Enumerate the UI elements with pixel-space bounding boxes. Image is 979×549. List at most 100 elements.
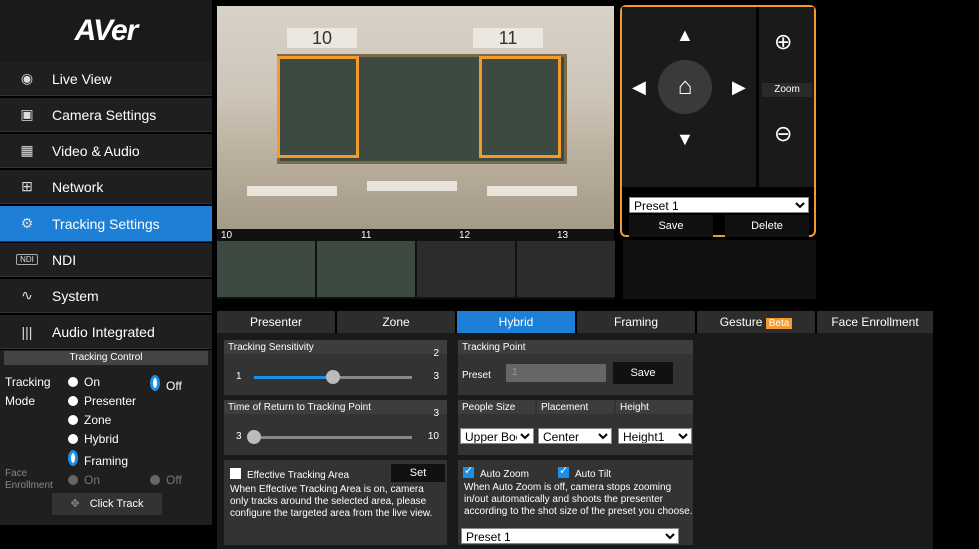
nav-live-view[interactable]: ◉ Live View: [0, 62, 212, 96]
tracking-label: Tracking: [5, 375, 51, 389]
face-on-radio[interactable]: On: [68, 473, 100, 487]
return-time-slider[interactable]: [247, 430, 261, 444]
ptz-save-button[interactable]: Save: [629, 215, 713, 237]
effective-area-desc: When Effective Tracking Area is on, came…: [230, 484, 433, 519]
tracking-settings-icon: ⚙: [20, 215, 34, 231]
tab-framing[interactable]: Framing: [577, 311, 695, 333]
tracking-off-radio[interactable]: Off: [150, 375, 182, 393]
tab-hybrid[interactable]: Hybrid: [457, 311, 575, 333]
nav-label: Network: [52, 178, 104, 195]
tracking-control-title: Tracking Control: [4, 351, 208, 365]
height-label: Height: [616, 400, 693, 414]
mode-presenter-radio[interactable]: Presenter: [68, 394, 136, 408]
return-time-panel: Time of Return to Tracking Point 3 3 10: [224, 400, 447, 455]
zone-sign-left: 10: [287, 28, 357, 48]
ndi-icon: NDI: [16, 254, 38, 265]
tracking-point-panel: Tracking Point Preset 1 Save: [458, 340, 693, 395]
placement-select[interactable]: Center: [538, 428, 612, 444]
nav-video-audio[interactable]: ▦ Video & Audio: [0, 134, 212, 168]
zoom-label: Zoom: [762, 83, 812, 97]
return-time-title: Time of Return to Tracking Point: [224, 400, 447, 414]
auto-zoom-panel: Auto Zoom Auto Tilt When Auto Zoom is of…: [458, 460, 693, 545]
video-audio-icon: ▦: [20, 142, 34, 158]
sensitivity-value: 2: [433, 348, 439, 359]
nav-camera-settings[interactable]: ▣ Camera Settings: [0, 98, 212, 132]
image-icon: ▣: [20, 106, 34, 122]
audio-icon: |||: [21, 323, 33, 340]
tab-zone[interactable]: Zone: [337, 311, 455, 333]
effective-area-checkbox[interactable]: Effective Tracking Area: [230, 467, 349, 482]
face-enrollment-label: Face Enrollment: [5, 468, 53, 491]
placement-label: Placement: [537, 400, 614, 414]
tracking-area-left[interactable]: [277, 56, 359, 158]
tab-gesture[interactable]: Gesture Beta: [697, 311, 815, 333]
set-area-button[interactable]: Set: [391, 464, 445, 482]
height-select[interactable]: Height1: [618, 428, 692, 444]
nav-system[interactable]: ∿ System: [0, 279, 212, 313]
mode-hybrid-radio[interactable]: Hybrid: [68, 432, 119, 446]
nav-label: Live View: [52, 70, 112, 87]
nav-label: Tracking Settings: [52, 215, 160, 232]
ptz-preset-select[interactable]: Preset 1: [629, 197, 809, 213]
arrow-left-icon[interactable]: ◀: [632, 77, 646, 98]
mode-label: Mode: [5, 394, 36, 408]
system-icon: ∿: [21, 287, 33, 303]
nav-audio-integrated[interactable]: ||| Audio Integrated: [0, 315, 212, 349]
auto-zoom-desc: When Auto Zoom is off, camera stops zoom…: [464, 482, 693, 517]
nav-label: Camera Settings: [52, 106, 157, 123]
click-track-button[interactable]: ✥ Click Track: [52, 493, 162, 515]
zoom-in-icon[interactable]: ⊕: [774, 29, 792, 55]
zone-sign-right: 11: [473, 28, 543, 48]
network-icon: ⊞: [21, 178, 33, 194]
return-time-track: [254, 436, 412, 439]
tracking-point-save-button[interactable]: Save: [613, 362, 673, 384]
return-time-value: 3: [433, 408, 439, 419]
effective-area-panel: Effective Tracking Area Set When Effecti…: [224, 460, 447, 545]
zone-thumbnail[interactable]: [217, 241, 315, 297]
sensitivity-title: Tracking Sensitivity: [224, 340, 447, 354]
eye-icon: ◉: [20, 70, 34, 86]
tracking-point-preset-input[interactable]: 1: [506, 364, 606, 382]
return-time-max: 10: [427, 431, 439, 442]
zone-thumbnail[interactable]: [517, 241, 615, 297]
ptz-delete-button[interactable]: Delete: [725, 215, 809, 237]
desk: [487, 186, 577, 196]
auto-tilt-checkbox[interactable]: Auto Tilt: [558, 464, 611, 481]
arrow-right-icon[interactable]: ▶: [732, 77, 746, 98]
nav-ndi[interactable]: NDI NDI: [0, 243, 212, 277]
sensitivity-min: 1: [236, 371, 242, 382]
tab-face-enrollment[interactable]: Face Enrollment: [817, 311, 933, 333]
people-size-panel: People Size Placement Height Upper Body …: [458, 400, 693, 455]
people-size-select[interactable]: Upper Body: [460, 428, 534, 444]
mode-zone-radio[interactable]: Zone: [68, 413, 111, 427]
tracking-point-title: Tracking Point: [458, 340, 693, 354]
nav-label: Video & Audio: [52, 142, 140, 159]
sensitivity-slider[interactable]: [326, 370, 340, 384]
auto-zoom-checkbox[interactable]: Auto Zoom: [463, 464, 529, 481]
tab-presenter[interactable]: Presenter: [217, 311, 335, 333]
preset-label: Preset: [462, 370, 491, 381]
zone-thumbnail[interactable]: [317, 241, 415, 297]
return-time-min: 3: [236, 431, 242, 442]
mode-framing-radio[interactable]: Framing: [68, 450, 128, 468]
aver-logo: AVer: [0, 0, 212, 62]
tracking-tabs: Presenter Zone Hybrid Framing Gesture Be…: [217, 311, 933, 333]
nav-label: NDI: [52, 251, 77, 268]
live-view-video[interactable]: 10 11: [217, 6, 614, 229]
zoom-out-icon[interactable]: ⊖: [774, 121, 792, 147]
tracking-on-radio[interactable]: On: [68, 375, 100, 389]
tracking-area-right[interactable]: [479, 56, 561, 158]
zoom-preset-select[interactable]: Preset 1: [461, 528, 679, 544]
empty-area: [623, 240, 816, 299]
nav-network[interactable]: ⊞ Network: [0, 170, 212, 204]
home-icon[interactable]: ⌂: [658, 60, 712, 114]
beta-badge: Beta: [765, 318, 793, 329]
arrow-up-icon[interactable]: ▲: [676, 25, 694, 46]
ptz-control-panel: ▲ ▼ ◀ ▶ ⌂ ⊕ Zoom ⊖ Preset 1 Save Delete: [620, 5, 816, 237]
face-off-radio[interactable]: Off: [150, 473, 182, 487]
nav-tracking-settings[interactable]: ⚙ Tracking Settings: [0, 206, 212, 242]
zone-thumbnail[interactable]: [417, 241, 515, 297]
arrow-down-icon[interactable]: ▼: [676, 129, 694, 150]
nav-label: Audio Integrated: [52, 323, 155, 340]
people-size-label: People Size: [458, 400, 535, 414]
